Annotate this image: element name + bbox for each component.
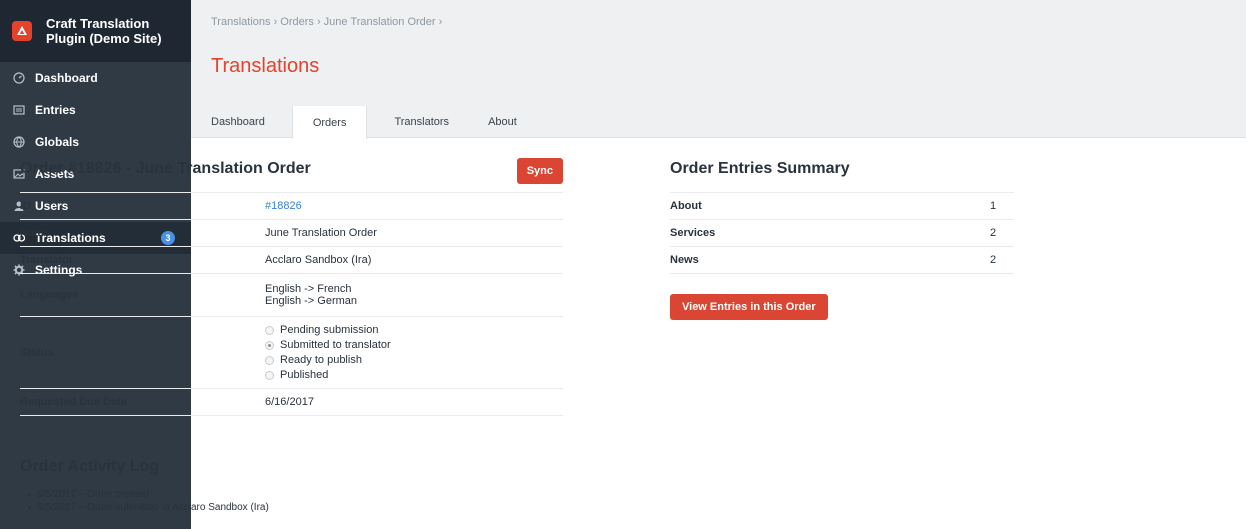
table-row-status: Status Pending submission Submitted to t… (20, 316, 563, 389)
table-row-id: ID #18826 (20, 192, 563, 220)
summary-count: 2 (990, 219, 1014, 247)
table-row-languages: Languages English -> French English -> G… (20, 273, 563, 317)
row-label: Languages (20, 273, 265, 317)
tab-dashboard[interactable]: Dashboard (199, 106, 277, 138)
status-option-label: Ready to publish (280, 354, 362, 366)
view-entries-button[interactable]: View Entries in this Order (670, 294, 828, 320)
radio-button[interactable] (265, 355, 274, 365)
site-name-line2: Plugin (Demo Site) (46, 31, 162, 46)
table-row-translator: Translator Acclaro Sandbox (Ira) (20, 246, 563, 274)
summary-count: 2 (990, 246, 1014, 274)
order-id-link[interactable]: #18826 (265, 192, 563, 220)
due-date-value: 6/16/2017 (265, 388, 563, 416)
list-item: 6/5/2017 – Order submitted to Acclaro Sa… (28, 501, 563, 514)
language-pair: English -> German (265, 295, 358, 307)
row-label: Status (20, 316, 265, 389)
order-title: Order #18826 - June Translation Order (20, 160, 311, 177)
row-label: Translator (20, 246, 265, 274)
list-item: 6/5/2017 – Order created (28, 488, 563, 501)
log-entry: 6/5/2017 – Order created (37, 489, 149, 500)
bullet-icon (28, 506, 31, 509)
sync-button[interactable]: Sync (516, 158, 563, 184)
site-logo-icon (12, 21, 32, 41)
summary-title: Order Entries Summary (670, 160, 850, 177)
summary-section-label: Services (670, 219, 990, 247)
table-row: Services 2 (670, 219, 1014, 247)
site-header[interactable]: Craft Translation Plugin (Demo Site) (0, 0, 191, 62)
order-entries-summary: Order Entries Summary About 1 Services 2… (670, 158, 1014, 320)
row-label: Requested Due Date (20, 388, 265, 416)
breadcrumb[interactable]: Translations › Orders › June Translation… (191, 0, 1246, 28)
table-row: News 2 (670, 246, 1014, 274)
site-name-line1: Craft Translation (46, 16, 150, 31)
language-pair: English -> French (265, 283, 352, 295)
activity-log-title: Order Activity Log (20, 458, 159, 475)
table-row-name: Name June Translation Order (20, 219, 563, 247)
table-row: About 1 (670, 192, 1014, 220)
page-title: Translations (211, 55, 320, 77)
sidebar-item-globals[interactable]: Globals (0, 126, 191, 158)
row-label: ID (20, 192, 265, 220)
radio-button-checked[interactable] (265, 340, 274, 350)
status-option-published[interactable]: Published (265, 368, 563, 383)
site-name: Craft Translation Plugin (Demo Site) (46, 16, 162, 46)
status-option-submitted[interactable]: Submitted to translator (265, 338, 563, 353)
order-name-value: June Translation Order (265, 219, 563, 247)
sidebar-item-label: Entries (35, 103, 76, 117)
sidebar-item-entries[interactable]: Entries (0, 94, 191, 126)
sidebar-item-dashboard[interactable]: Dashboard (0, 62, 191, 94)
sidebar-item-label: Dashboard (35, 71, 98, 85)
sidebar-item-label: Globals (35, 135, 80, 149)
status-option-ready[interactable]: Ready to publish (265, 353, 563, 368)
activity-log-list: 6/5/2017 – Order created 6/5/2017 – Orde… (20, 488, 563, 514)
entries-icon (13, 104, 25, 116)
order-details-table: ID #18826 Name June Translation Order Tr… (20, 192, 563, 416)
tab-about[interactable]: About (476, 106, 529, 138)
summary-count: 1 (990, 192, 1014, 220)
summary-section-label: About (670, 192, 990, 220)
globe-icon (13, 136, 25, 148)
summary-table: About 1 Services 2 News 2 (670, 192, 1014, 274)
status-option-label: Published (280, 369, 329, 381)
translator-value: Acclaro Sandbox (Ira) (265, 246, 563, 274)
tab-bar: Dashboard Orders Translators About (191, 106, 1246, 139)
table-row-due-date: Requested Due Date 6/16/2017 (20, 388, 563, 416)
summary-section-label: News (670, 246, 990, 274)
languages-value: English -> French English -> German (265, 273, 563, 317)
bullet-icon (28, 493, 31, 496)
order-header: Order #18826 - June Translation Order Sy… (20, 158, 563, 192)
status-radio-group: Pending submission Submitted to translat… (265, 316, 563, 389)
status-option-label: Submitted to translator (280, 339, 391, 351)
radio-button[interactable] (265, 370, 274, 380)
tab-translators[interactable]: Translators (382, 106, 461, 138)
page-header: Translations › Orders › June Translation… (191, 0, 1246, 106)
status-option-pending[interactable]: Pending submission (265, 323, 563, 338)
tab-orders[interactable]: Orders (291, 106, 368, 139)
row-label: Name (20, 219, 265, 247)
dashboard-icon (13, 72, 25, 84)
radio-button[interactable] (265, 325, 274, 335)
log-entry: 6/5/2017 – Order submitted to Acclaro Sa… (37, 502, 269, 513)
order-details: Order #18826 - June Translation Order Sy… (20, 158, 563, 416)
status-option-label: Pending submission (280, 324, 379, 336)
order-activity-log: Order Activity Log 6/5/2017 – Order crea… (20, 458, 563, 514)
